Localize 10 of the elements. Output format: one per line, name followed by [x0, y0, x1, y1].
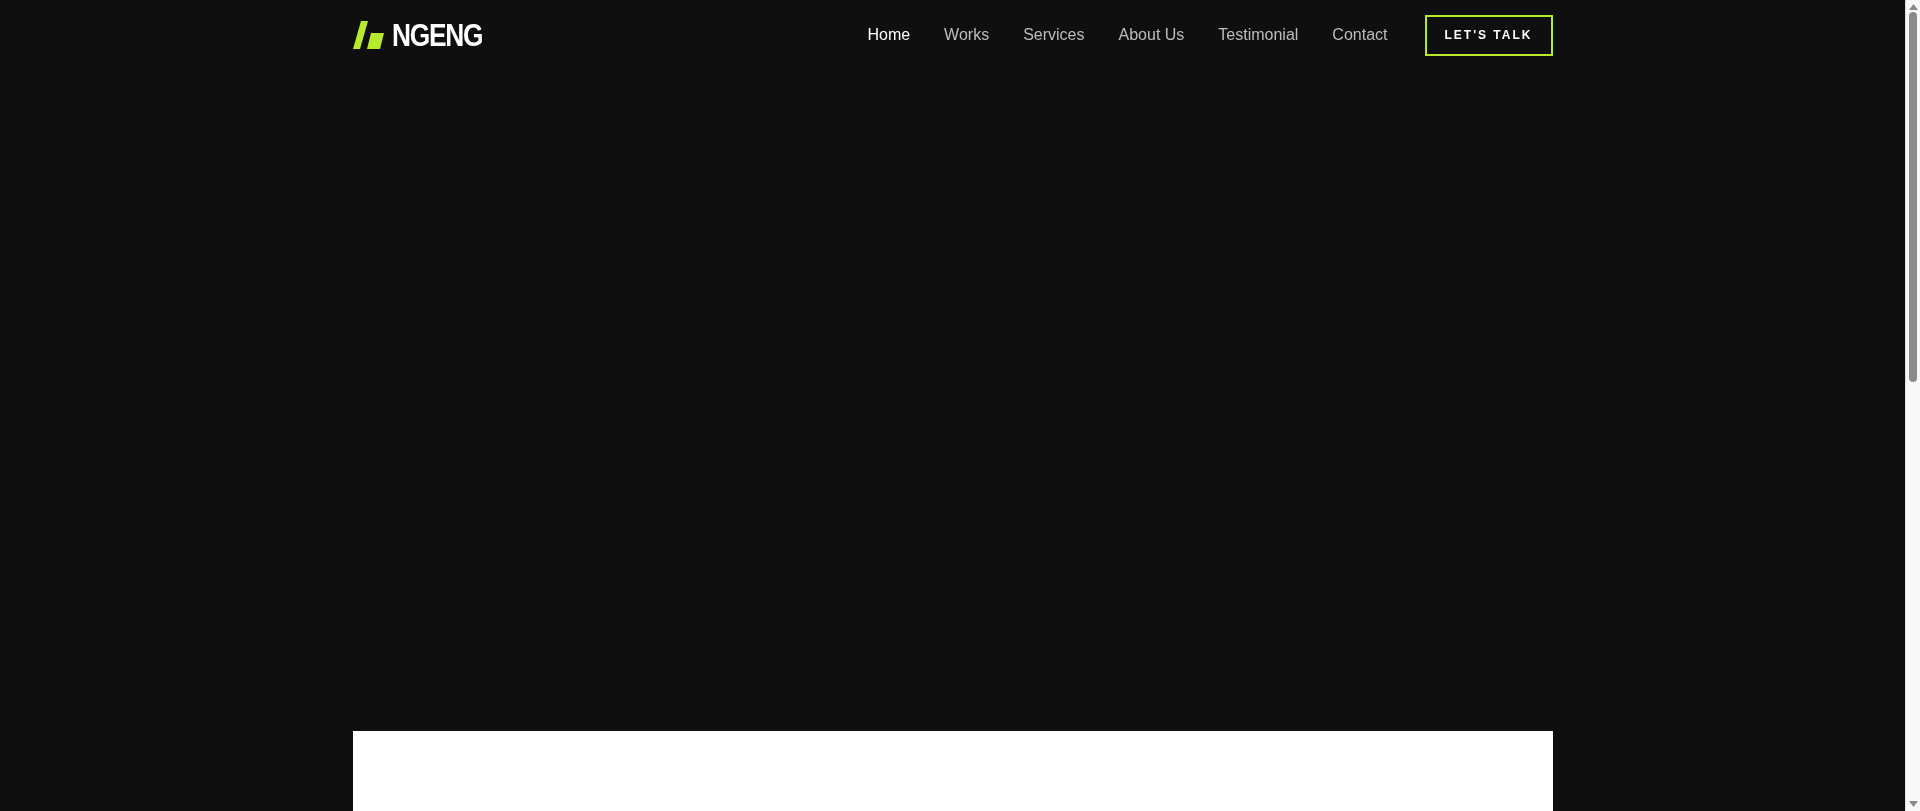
nav-link[interactable]: About Us	[1118, 23, 1185, 47]
nav-link[interactable]: Testimonial	[1218, 23, 1299, 47]
lets-talk-button[interactable]: LET'S TALK	[1424, 14, 1553, 56]
scrollbar-drawing[interactable]	[1905, 0, 1920, 811]
nav-link[interactable]: Works	[944, 23, 990, 47]
brand-name: NGENG	[391, 19, 482, 51]
logo-icon	[352, 21, 384, 49]
nav-link[interactable]: Services	[1023, 23, 1085, 47]
nav-link[interactable]: Home	[867, 23, 911, 47]
nav-link[interactable]: Contact	[1332, 23, 1388, 47]
